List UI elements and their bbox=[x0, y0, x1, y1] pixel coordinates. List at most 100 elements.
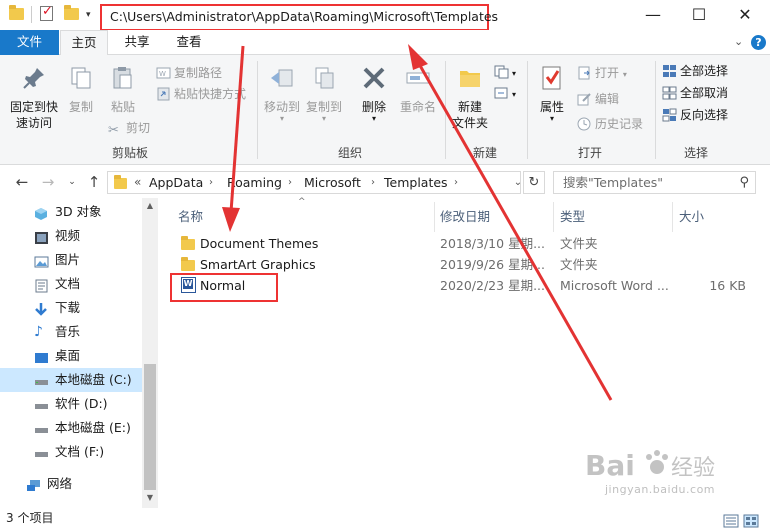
new-item-button[interactable]: ▾ bbox=[494, 62, 516, 82]
list-item[interactable]: SmartArt Graphics 2019/9/26 星期... 文件夹 bbox=[158, 254, 770, 275]
organize-group-label: 组织 bbox=[337, 146, 362, 160]
drive-icon bbox=[34, 373, 49, 387]
cut-button[interactable]: ✂ 剪切 bbox=[108, 118, 150, 138]
select-all-label: 全部选择 bbox=[680, 64, 729, 78]
nav-item-videos[interactable]: 视频 bbox=[0, 224, 142, 248]
file-type: 文件夹 bbox=[560, 257, 598, 272]
tab-share[interactable]: 共享 bbox=[112, 30, 162, 55]
close-button[interactable]: ✕ bbox=[722, 0, 768, 30]
new-folder-quick-access-icon[interactable] bbox=[64, 5, 80, 22]
edit-button[interactable]: 编辑 bbox=[577, 89, 619, 109]
new-group-label: 新建 bbox=[472, 146, 497, 160]
easy-access-button[interactable]: ▾ bbox=[494, 83, 516, 103]
tab-home[interactable]: 主页 bbox=[60, 30, 108, 56]
delete-label: 删除 bbox=[361, 100, 386, 114]
tab-view[interactable]: 查看 bbox=[164, 30, 214, 55]
breadcrumb-overflow[interactable]: « bbox=[134, 172, 141, 193]
breadcrumb-microsoft[interactable]: Microsoft bbox=[304, 172, 361, 193]
breadcrumb-separator-icon[interactable]: › bbox=[454, 172, 458, 193]
drive-icon bbox=[34, 445, 49, 459]
paste-shortcut-button[interactable]: 粘贴快捷方式 bbox=[156, 84, 246, 104]
copy-to-label: 复制到 bbox=[305, 100, 342, 114]
nav-item-drive-d[interactable]: 软件 (D:) bbox=[0, 392, 142, 416]
invert-selection-label: 反向选择 bbox=[680, 108, 729, 122]
pin-icon bbox=[6, 65, 62, 95]
annotation-highlight-box bbox=[170, 273, 278, 302]
nav-item-desktop[interactable]: 桌面 bbox=[0, 344, 142, 368]
nav-item-label: 3D 对象 bbox=[55, 204, 102, 219]
open-button[interactable]: 打开 ▾ bbox=[577, 63, 627, 83]
group-divider bbox=[257, 61, 258, 159]
address-bar[interactable]: « AppData › Roaming › Microsoft › Templa… bbox=[107, 171, 521, 194]
column-header-modified[interactable]: 修改日期 bbox=[434, 206, 553, 228]
select-none-button[interactable]: 全部取消 bbox=[662, 83, 728, 103]
scrollbar-thumb[interactable] bbox=[144, 364, 156, 490]
open-dropdown-icon: ▾ bbox=[622, 70, 627, 79]
breadcrumb-separator-icon[interactable]: › bbox=[371, 172, 375, 193]
breadcrumb-roaming[interactable]: Roaming bbox=[227, 172, 282, 193]
nav-item-pictures[interactable]: 图片 bbox=[0, 248, 142, 272]
refresh-icon[interactable]: ↻ bbox=[523, 171, 545, 194]
nav-item-drive-c[interactable]: 本地磁盘 (C:) bbox=[0, 368, 142, 392]
nav-item-drive-f[interactable]: 文档 (F:) bbox=[0, 440, 142, 464]
back-arrow-icon[interactable]: ← bbox=[12, 172, 32, 192]
pin-quick-access-button[interactable]: 固定到快 速访问 bbox=[6, 65, 62, 131]
nav-item-documents[interactable]: 文档 bbox=[0, 272, 142, 296]
scroll-down-icon[interactable]: ▼ bbox=[142, 490, 158, 506]
select-group-label: 选择 bbox=[683, 146, 708, 160]
nav-pane-scrollbar[interactable]: ▲ ▼ bbox=[142, 198, 158, 508]
network-icon bbox=[26, 477, 41, 491]
nav-item-label: 桌面 bbox=[55, 348, 81, 363]
nav-item-downloads[interactable]: 下载 bbox=[0, 296, 142, 320]
properties-quick-access-icon[interactable] bbox=[40, 4, 56, 22]
drive-icon bbox=[34, 397, 49, 411]
nav-item-drive-e[interactable]: 本地磁盘 (E:) bbox=[0, 416, 142, 440]
copy-path-icon: W bbox=[156, 66, 171, 80]
open-label: 打开 bbox=[595, 66, 620, 80]
history-label: 历史记录 bbox=[595, 117, 644, 131]
delete-button[interactable]: 删除 ▾ bbox=[354, 65, 394, 123]
maximize-button[interactable]: ☐ bbox=[676, 0, 722, 30]
ribbon-collapse-icon[interactable]: ⌄ bbox=[734, 35, 743, 48]
nav-item-3d-objects[interactable]: 3D 对象 bbox=[0, 200, 142, 224]
new-folder-button[interactable]: 新建 文件夹 bbox=[449, 65, 491, 131]
select-all-button[interactable]: 全部选择 bbox=[662, 61, 728, 81]
nav-item-music[interactable]: ♪ 音乐 bbox=[0, 320, 142, 344]
help-icon[interactable]: ? bbox=[751, 35, 766, 50]
title-bar: ▾ C:\Users\Administrator\AppData\Roaming… bbox=[0, 0, 770, 31]
status-bar: 3 个项目 bbox=[0, 508, 770, 532]
move-to-button[interactable]: 移动到 ▾ bbox=[262, 65, 302, 123]
invert-selection-button[interactable]: 反向选择 bbox=[662, 105, 728, 125]
copy-to-button[interactable]: 复制到 ▾ bbox=[304, 65, 344, 123]
copy-path-button[interactable]: W 复制路径 bbox=[156, 63, 222, 83]
file-size bbox=[678, 233, 746, 254]
minimize-button[interactable]: — bbox=[630, 0, 676, 30]
search-input[interactable]: 搜索"Templates" ⚲ bbox=[553, 171, 756, 194]
history-button[interactable]: 历史记录 bbox=[577, 114, 643, 134]
nav-item-network[interactable]: 网络 bbox=[0, 472, 142, 496]
nav-item-label: 文档 bbox=[55, 276, 81, 291]
search-icon: ⚲ bbox=[739, 175, 749, 190]
column-header-size[interactable]: 大小 bbox=[673, 206, 753, 228]
tab-file[interactable]: 文件 bbox=[0, 30, 59, 55]
breadcrumb-templates[interactable]: Templates bbox=[384, 172, 448, 193]
column-header-type[interactable]: 类型 bbox=[554, 206, 672, 228]
breadcrumb-separator-icon[interactable]: › bbox=[288, 172, 292, 193]
copy-button[interactable]: 复制 bbox=[62, 65, 100, 115]
properties-button[interactable]: 属性 ▾ bbox=[532, 65, 572, 123]
rename-button[interactable]: 重命名 bbox=[396, 65, 440, 115]
breadcrumb-appdata[interactable]: AppData bbox=[149, 172, 203, 193]
view-toggle-icons[interactable] bbox=[722, 512, 762, 530]
column-header-name[interactable]: 名称 bbox=[172, 206, 434, 228]
list-item[interactable]: Document Themes 2018/3/10 星期... 文件夹 bbox=[158, 233, 770, 254]
breadcrumb-separator-icon[interactable]: › bbox=[209, 172, 213, 193]
desktop-icon bbox=[34, 349, 49, 363]
nav-item-label: 网络 bbox=[47, 476, 73, 491]
scroll-up-icon[interactable]: ▲ bbox=[142, 198, 158, 214]
forward-arrow-icon[interactable]: → bbox=[38, 172, 58, 192]
quick-access-dropdown-icon[interactable]: ▾ bbox=[86, 10, 91, 20]
properties-label: 属性 bbox=[539, 100, 564, 114]
paste-button[interactable]: 粘贴 bbox=[104, 65, 142, 115]
recent-locations-dropdown-icon[interactable]: ⌄ bbox=[62, 172, 82, 192]
up-arrow-icon[interactable]: ↑ bbox=[84, 172, 104, 192]
